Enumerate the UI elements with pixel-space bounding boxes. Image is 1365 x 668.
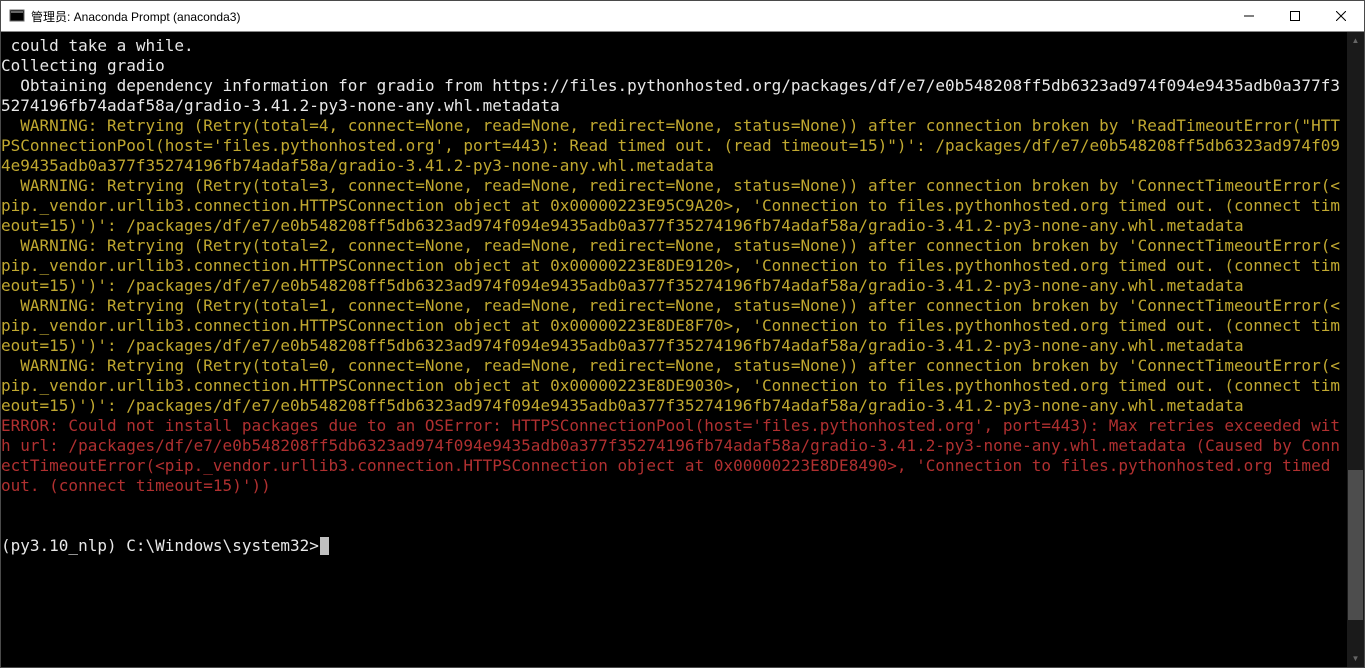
terminal-warning-line: WARNING: Retrying (Retry(total=0, connec… [1,356,1340,415]
scrollbar-track[interactable] [1347,49,1364,650]
terminal-line: Collecting gradio [1,56,165,75]
app-icon [9,8,25,24]
terminal-cursor [320,537,329,555]
terminal-output[interactable]: could take a while. Collecting gradio Ob… [1,32,1347,667]
minimize-button[interactable] [1226,1,1272,32]
terminal-line: Obtaining dependency information for gra… [1,76,1340,115]
terminal-warning-line: WARNING: Retrying (Retry(total=3, connec… [1,176,1340,235]
close-button[interactable] [1318,1,1364,32]
terminal-warning-line: WARNING: Retrying (Retry(total=1, connec… [1,296,1340,355]
terminal-client-area: could take a while. Collecting gradio Ob… [1,32,1364,667]
scrollbar-up-arrow-icon[interactable]: ▲ [1347,32,1364,49]
window-frame: 管理员: Anaconda Prompt (anaconda3) could t… [0,0,1365,668]
scrollbar-down-arrow-icon[interactable]: ▼ [1347,650,1364,667]
terminal-prompt: (py3.10_nlp) C:\Windows\system32> [1,536,319,555]
terminal-warning-line: WARNING: Retrying (Retry(total=2, connec… [1,236,1340,295]
title-bar[interactable]: 管理员: Anaconda Prompt (anaconda3) [1,1,1364,32]
vertical-scrollbar[interactable]: ▲ ▼ [1347,32,1364,667]
window-title: 管理员: Anaconda Prompt (anaconda3) [31,8,240,25]
terminal-line: could take a while. [1,36,194,55]
maximize-button[interactable] [1272,1,1318,32]
terminal-error-line: ERROR: Could not install packages due to… [1,416,1340,495]
terminal-warning-line: WARNING: Retrying (Retry(total=4, connec… [1,116,1340,175]
scrollbar-thumb[interactable] [1348,470,1363,620]
